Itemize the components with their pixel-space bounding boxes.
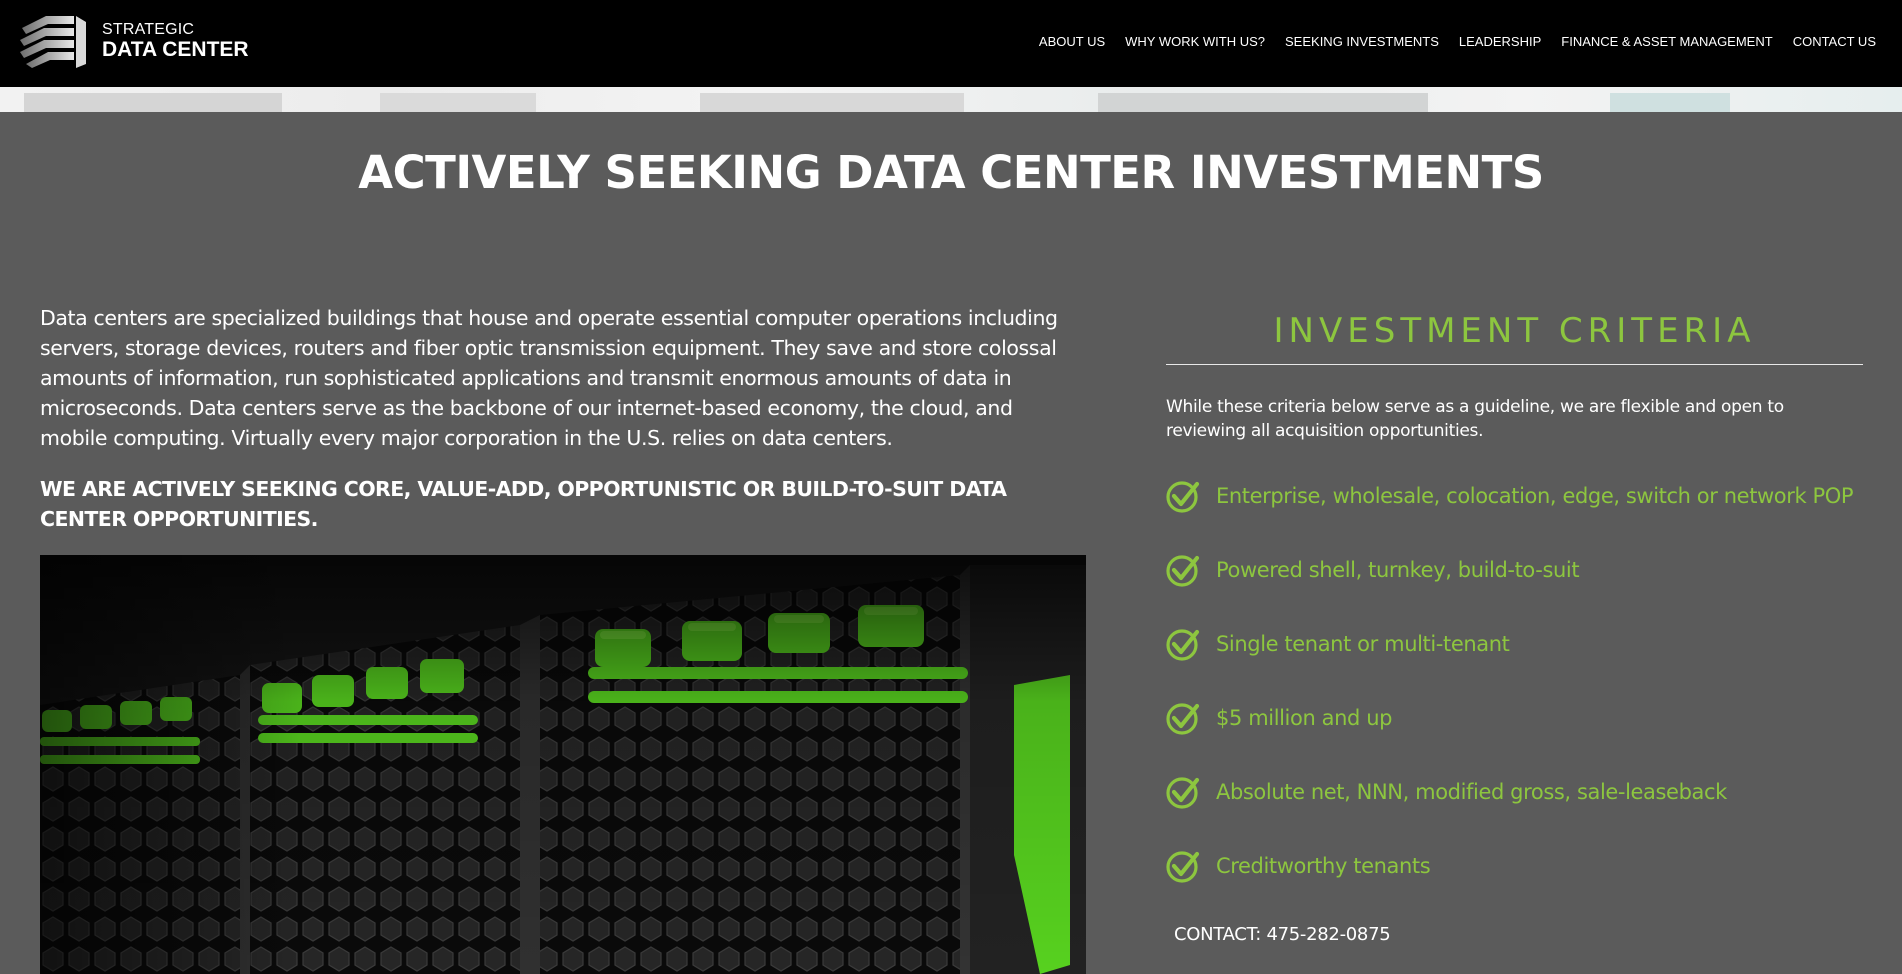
criteria-text: Absolute net, NNN, modified gross, sale-… xyxy=(1216,780,1727,804)
nav-seeking-investments[interactable]: SEEKING INVESTMENTS xyxy=(1285,34,1439,49)
check-circle-icon xyxy=(1166,703,1200,735)
criteria-item: Enterprise, wholesale, colocation, edge,… xyxy=(1166,480,1886,554)
criteria-text: Powered shell, turnkey, build-to-suit xyxy=(1216,558,1580,582)
logo-icon xyxy=(20,16,86,68)
seeking-statement: WE ARE ACTIVELY SEEKING CORE, VALUE-ADD,… xyxy=(40,477,1007,531)
check-circle-icon xyxy=(1166,481,1200,513)
criteria-text: $5 million and up xyxy=(1216,706,1393,730)
intro-paragraph: Data centers are specialized buildings t… xyxy=(40,306,1058,450)
criteria-item: Single tenant or multi-tenant xyxy=(1166,628,1886,702)
nav-why-work-with-us[interactable]: WHY WORK WITH US? xyxy=(1125,34,1265,49)
site-header: STRATEGIC DATA CENTER ABOUT US WHY WORK … xyxy=(0,0,1902,87)
server-rack-image xyxy=(40,555,1086,974)
nav-about-us[interactable]: ABOUT US xyxy=(1039,34,1105,49)
site-logo[interactable]: STRATEGIC DATA CENTER xyxy=(18,16,258,68)
page-title: ACTIVELY SEEKING DATA CENTER INVESTMENTS xyxy=(358,146,1544,199)
logo-text-strategic: STRATEGIC xyxy=(102,21,195,38)
check-circle-icon xyxy=(1166,629,1200,661)
hero-banner-image xyxy=(0,87,1902,112)
nav-contact-us[interactable]: CONTACT US xyxy=(1793,34,1876,49)
contact-line: CONTACT: 475-282-0875 xyxy=(1174,924,1391,945)
criteria-intro: While these criteria below serve as a gu… xyxy=(1166,397,1784,441)
check-circle-icon xyxy=(1166,777,1200,809)
criteria-list: Enterprise, wholesale, colocation, edge,… xyxy=(1166,480,1886,924)
criteria-item: Creditworthy tenants xyxy=(1166,850,1886,924)
contact-phone-link[interactable]: 475-282-0875 xyxy=(1266,924,1390,945)
criteria-item: $5 million and up xyxy=(1166,702,1886,776)
nav-leadership[interactable]: LEADERSHIP xyxy=(1459,34,1541,49)
criteria-item: Powered shell, turnkey, build-to-suit xyxy=(1166,554,1886,628)
criteria-text: Creditworthy tenants xyxy=(1216,854,1431,878)
criteria-item: Absolute net, NNN, modified gross, sale-… xyxy=(1166,776,1886,850)
criteria-divider xyxy=(1166,364,1863,365)
check-circle-icon xyxy=(1166,555,1200,587)
criteria-text: Enterprise, wholesale, colocation, edge,… xyxy=(1216,484,1854,508)
check-circle-icon xyxy=(1166,851,1200,883)
nav-finance-asset-management[interactable]: FINANCE & ASSET MANAGEMENT xyxy=(1561,34,1772,49)
logo-text-data-center: DATA CENTER xyxy=(102,38,249,61)
criteria-text: Single tenant or multi-tenant xyxy=(1216,632,1510,656)
criteria-heading: INVESTMENT CRITERIA xyxy=(1273,311,1756,351)
main-nav: ABOUT US WHY WORK WITH US? SEEKING INVES… xyxy=(1019,34,1876,49)
contact-label: CONTACT: xyxy=(1174,924,1262,945)
